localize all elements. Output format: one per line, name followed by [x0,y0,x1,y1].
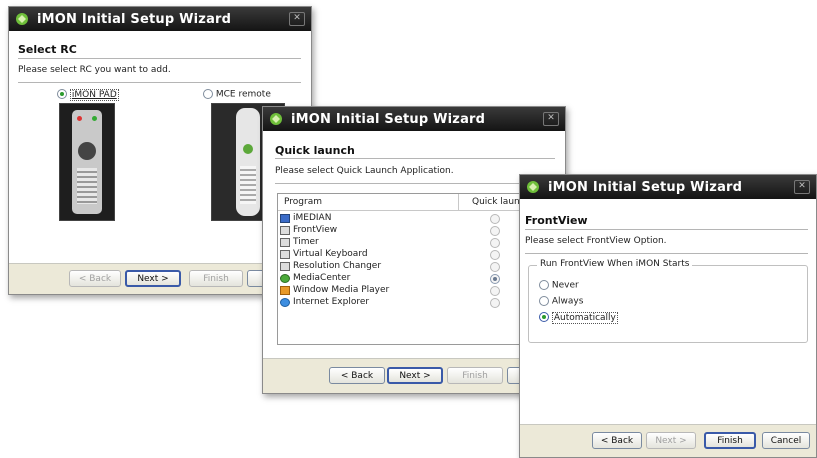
page-title: FrontView [525,214,588,227]
page-title: Quick launch [275,144,355,157]
program-name: Resolution Changer [293,261,382,271]
quick-launch-radio[interactable] [490,226,500,236]
remote-green-logo [243,144,253,154]
quick-launch-radio[interactable] [490,262,500,272]
page-title: Select RC [18,43,77,56]
wizard-body: FrontView Please select FrontView Option… [520,199,816,457]
quick-launch-radio[interactable] [490,238,500,248]
program-column-header[interactable]: Program [284,197,322,207]
program-name: MediaCenter [293,273,351,283]
quick-launch-radio[interactable] [490,286,500,296]
divider [525,253,808,254]
wizard-footer: < Back Next > Finish Cancel [520,424,816,457]
table-row[interactable]: Timer [280,236,319,248]
remote-dpad [78,142,96,160]
imon-logo-icon [16,13,28,25]
program-name: Virtual Keyboard [293,249,368,259]
imedian-icon [280,213,290,223]
header-divider [278,210,538,211]
imon-logo-icon [527,181,539,193]
table-row[interactable]: MediaCenter [280,272,350,284]
next-button[interactable]: Next > [125,270,181,287]
radio-button[interactable] [539,312,549,322]
radio-button[interactable] [203,89,213,99]
radio-button[interactable] [539,296,549,306]
column-divider [458,194,459,210]
page-subtitle: Please select RC you want to add. [18,65,171,75]
option-never[interactable]: Never [539,280,579,291]
app-window-icon [280,261,290,271]
finish-button[interactable]: Finish [189,270,243,287]
back-button[interactable]: < Back [69,270,121,287]
divider [275,183,555,184]
finish-button[interactable]: Finish [704,432,756,449]
frontview-option-group: Run FrontView When iMON Starts Never Alw… [528,259,808,343]
wizard-window-frontview: iMON Initial Setup Wizard ✕ FrontView Pl… [519,174,817,458]
cancel-button[interactable]: Cancel [762,432,810,449]
radio-button[interactable] [57,89,67,99]
quick-launch-radio[interactable] [490,274,500,284]
close-icon[interactable]: ✕ [794,180,810,194]
page-subtitle: Please select FrontView Option. [525,236,667,246]
table-row[interactable]: Virtual Keyboard [280,248,368,260]
option-automatically[interactable]: Automatically [539,311,618,324]
app-window-icon [280,237,290,247]
option-label: Automatically [551,311,618,324]
imon-logo-icon [270,113,282,125]
program-name: FrontView [293,225,338,235]
title-bar[interactable]: iMON Initial Setup Wizard ✕ [9,7,311,31]
table-row[interactable]: FrontView [280,224,337,236]
remote-green-button [92,116,97,121]
remote-keypad [77,168,97,204]
program-name: Timer [293,237,319,247]
media-center-icon [280,273,290,283]
next-button[interactable]: Next > [387,367,443,384]
app-window-icon [280,225,290,235]
finish-button[interactable]: Finish [447,367,503,384]
rc-option-mce-remote[interactable]: MCE remote [203,89,271,100]
table-row[interactable]: Window Media Player [280,284,389,296]
page-subtitle: Please select Quick Launch Application. [275,166,454,176]
option-label: Always [551,296,584,307]
title-bar[interactable]: iMON Initial Setup Wizard ✕ [263,107,565,131]
media-player-icon [280,285,290,295]
divider [275,158,555,159]
quick-launch-radio[interactable] [490,250,500,260]
quick-launch-radio[interactable] [490,214,500,224]
program-name: Internet Explorer [293,297,370,307]
program-name: Window Media Player [293,285,390,295]
back-button[interactable]: < Back [329,367,385,384]
window-title: iMON Initial Setup Wizard [291,111,486,127]
radio-button[interactable] [539,280,549,290]
imon-pad-remote-image[interactable] [59,103,115,221]
remote-keypad [240,166,256,204]
close-icon[interactable]: ✕ [289,12,305,26]
quick-launch-radio[interactable] [490,298,500,308]
internet-explorer-icon [280,297,290,307]
table-row[interactable]: iMEDIAN [280,212,331,224]
program-name: iMEDIAN [293,213,332,223]
rc-option-label: iMON PAD [69,88,119,101]
back-button[interactable]: < Back [592,432,642,449]
remote-red-button [77,116,82,121]
window-title: iMON Initial Setup Wizard [548,179,743,195]
table-row[interactable]: Resolution Changer [280,260,381,272]
program-table: Program Quick launch iMEDIAN FrontView T… [277,193,539,345]
option-always[interactable]: Always [539,296,583,307]
window-title: iMON Initial Setup Wizard [37,11,232,27]
group-label: Run FrontView When iMON Starts [537,259,693,269]
rc-option-imon-pad[interactable]: iMON PAD [57,88,119,101]
title-bar[interactable]: iMON Initial Setup Wizard ✕ [520,175,816,199]
divider [18,82,301,83]
rc-option-label: MCE remote [215,89,271,100]
next-button[interactable]: Next > [646,432,696,449]
table-row[interactable]: Internet Explorer [280,296,369,308]
divider [525,229,808,230]
divider [18,58,301,59]
option-label: Never [551,280,579,291]
close-icon[interactable]: ✕ [543,112,559,126]
app-window-icon [280,249,290,259]
